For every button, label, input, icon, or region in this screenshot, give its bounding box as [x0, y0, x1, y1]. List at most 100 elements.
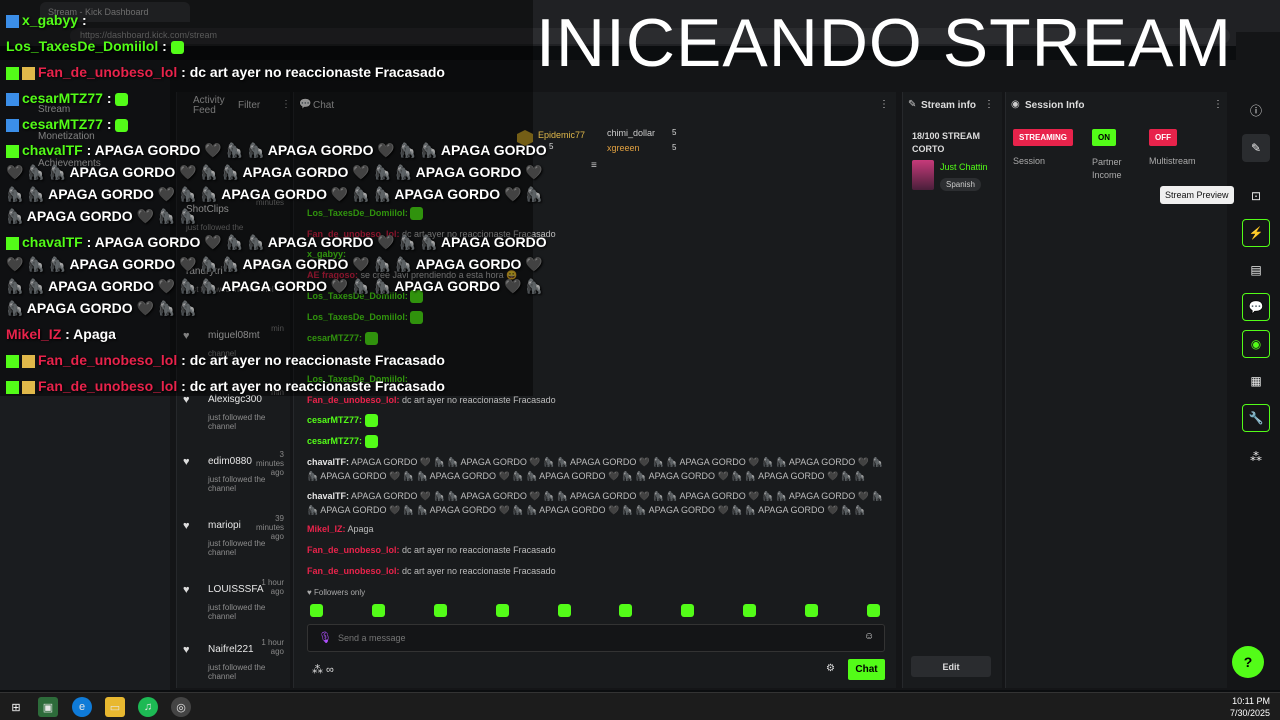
chat-username[interactable]: chavalTF:	[307, 457, 349, 467]
chat-icon[interactable]: 💬	[1242, 293, 1270, 321]
kick-infinity-icon[interactable]: ⁂ ∞	[312, 663, 334, 676]
edge-icon[interactable]: e	[72, 697, 92, 717]
overlay-line: Fan_de_unobeso_lol : dc art ayer no reac…	[6, 378, 445, 394]
status-badge: ON	[1092, 129, 1116, 146]
session-info-title: Session Info	[1025, 100, 1085, 111]
gear-icon[interactable]: ⚙	[826, 663, 835, 674]
overlay-user: Los_TaxesDe_Domiilol	[6, 38, 159, 54]
chat-username[interactable]: cesarMTZ77:	[307, 415, 362, 425]
overlay-line: 🦍 APAGA GORDO 🖤 🦍 🦍	[6, 300, 197, 317]
stream-title: 18/100 STREAM CORTO	[912, 131, 981, 154]
chat-username[interactable]: chavalTF:	[307, 491, 349, 501]
mic-icon[interactable]: 🎙	[318, 631, 332, 644]
chat-message: chavalTF: APAGA GORDO 🖤 🦍 🦍 APAGA GORDO …	[307, 455, 887, 483]
chat-menu-icon[interactable]: ⋮	[879, 99, 889, 110]
clock-date: 7/30/2025	[1229, 708, 1270, 718]
chat-username[interactable]: Fan_de_unobeso_lol:	[307, 545, 400, 555]
status-badge: STREAMING	[1013, 129, 1073, 146]
emote-bar	[310, 604, 880, 618]
overlay-text: : dc art ayer no reaccionaste Fracasado	[181, 64, 445, 80]
chat-text: APAGA GORDO 🖤 🦍 🦍 APAGA GORDO 🖤 🦍 🦍 APAG…	[307, 457, 883, 481]
chat-text: dc art ayer no reaccionaste Fracasado	[402, 566, 556, 576]
emote-icon[interactable]	[557, 604, 571, 617]
preview-icon[interactable]: ⊡	[1242, 182, 1270, 210]
diamond-icon	[6, 66, 19, 80]
gifter-name[interactable]: chimi_dollar	[607, 128, 655, 138]
stream-info-menu-icon[interactable]: ⋮	[984, 99, 994, 110]
document-icon[interactable]: ▤	[1242, 256, 1270, 284]
overlay-line: 🦍 APAGA GORDO 🖤 🦍 🦍	[6, 208, 197, 225]
overlay-line: cesarMTZ77 :	[6, 90, 129, 106]
category-thumbnail	[912, 160, 934, 190]
chat-text: dc art ayer no reaccionaste Fracasado	[402, 545, 556, 555]
broadcast-icon[interactable]: ◉	[1242, 330, 1270, 358]
gifter-name[interactable]: xgreeen	[607, 143, 640, 153]
chat-username[interactable]: Fan_de_unobeso_lol:	[307, 566, 400, 576]
folder-icon[interactable]: ▭	[105, 697, 125, 717]
spotify-icon[interactable]: ♫	[138, 697, 158, 717]
overlay-text: : dc art ayer no reaccionaste Fracasado	[181, 352, 445, 368]
chat-input[interactable]	[338, 630, 858, 646]
overlay-line: 🖤 🦍 🦍 APAGA GORDO 🖤 🦍 🦍 APAGA GORDO 🖤 🦍 …	[6, 164, 543, 181]
emote-icon[interactable]	[619, 604, 633, 617]
wrench-icon[interactable]: 🔧	[1242, 404, 1270, 432]
chat-username[interactable]: Mikel_IZ:	[307, 524, 346, 534]
emote-icon[interactable]	[371, 604, 385, 617]
expand-icon[interactable]: ≡	[591, 160, 597, 171]
feed-time: 1 hour ago	[261, 638, 284, 656]
heart-icon: ♥	[183, 520, 190, 532]
pencil-icon[interactable]: ✎	[1242, 134, 1270, 162]
clock[interactable]: 10:11 PM 7/30/2025	[1230, 695, 1270, 719]
overlay-line: Mikel_IZ : Apaga	[6, 326, 116, 342]
followers-only-label: ♥ Followers only	[307, 588, 365, 597]
chat-username[interactable]: Fan_de_unobeso_lol:	[307, 395, 400, 405]
feed-time: 39 minutes ago	[256, 514, 285, 541]
gifter-name[interactable]: Epidemic77	[538, 130, 585, 140]
session-info-menu-icon[interactable]: ⋮	[1213, 99, 1223, 110]
emoji-icon[interactable]: ☺	[864, 631, 874, 642]
emote-icon[interactable]	[805, 604, 818, 617]
apps-icon[interactable]: ⁂	[1242, 443, 1270, 471]
list-item: ♥ LOUISSSFA 1 hour ago just followed the…	[183, 578, 284, 621]
kick-badge-icon	[6, 14, 19, 28]
overlay-user: Fan_de_unobeso_lol	[38, 64, 178, 80]
overlay-user: cesarMTZ77	[22, 116, 103, 132]
lightning-icon[interactable]: ⚡	[1242, 219, 1270, 247]
chat-username[interactable]: cesarMTZ77:	[307, 436, 362, 446]
info-icon[interactable]: ⓘ	[1242, 96, 1270, 124]
feed-sub: just followed the channel	[208, 663, 266, 681]
obs-icon[interactable]: ◎	[171, 697, 191, 717]
chat-message: Mikel_IZ: Apaga	[307, 522, 887, 536]
emote-icon[interactable]	[433, 604, 447, 617]
edit-button[interactable]: Edit	[911, 656, 991, 677]
printer-icon[interactable]: ▦	[1242, 367, 1270, 395]
emote-icon	[170, 40, 184, 54]
emote-icon[interactable]	[681, 604, 695, 617]
partner-income-label: Partner Income	[1092, 157, 1122, 180]
emote-icon[interactable]	[310, 604, 323, 617]
feed-sub: just followed the channel	[208, 603, 266, 621]
windows-start-icon[interactable]: ⊞	[6, 697, 26, 717]
overlay-user: Mikel_IZ	[6, 326, 62, 342]
emote-icon[interactable]	[866, 604, 880, 617]
overlay-text: 🦍 APAGA GORDO 🖤 🦍 🦍	[6, 300, 197, 316]
overlay-text: :	[102, 90, 112, 106]
overlay-text: : dc art ayer no reaccionaste Fracasado	[181, 378, 445, 394]
support-icon[interactable]: ?	[1232, 646, 1264, 678]
overlay-text: 🖤 🦍 🦍 APAGA GORDO 🖤 🦍 🦍 APAGA GORDO 🖤 🦍 …	[6, 256, 543, 272]
emote-icon[interactable]	[495, 604, 509, 617]
multistream-label: Multistream	[1149, 156, 1196, 166]
session-label: Session	[1013, 156, 1046, 166]
diamond-icon	[6, 236, 19, 250]
broadcast-icon: ◉	[1011, 99, 1020, 110]
category-name[interactable]: Just Chattin	[940, 162, 988, 172]
emote-icon[interactable]	[743, 604, 757, 617]
overlay-user: x_gabyy	[22, 12, 79, 28]
chat-text: APAGA GORDO 🖤 🦍 🦍 APAGA GORDO 🖤 🦍 🦍 APAG…	[307, 491, 883, 515]
diamond-icon	[6, 354, 19, 368]
list-item: ♥ Alexisgc300 min just followed the chan…	[183, 388, 284, 431]
send-chat-button[interactable]: Chat	[848, 659, 885, 680]
list-item: ♥ Naifrel221 1 hour ago just followed th…	[183, 638, 284, 681]
terminal-icon[interactable]: ▣	[38, 697, 58, 717]
overlay-text: :	[102, 116, 112, 132]
